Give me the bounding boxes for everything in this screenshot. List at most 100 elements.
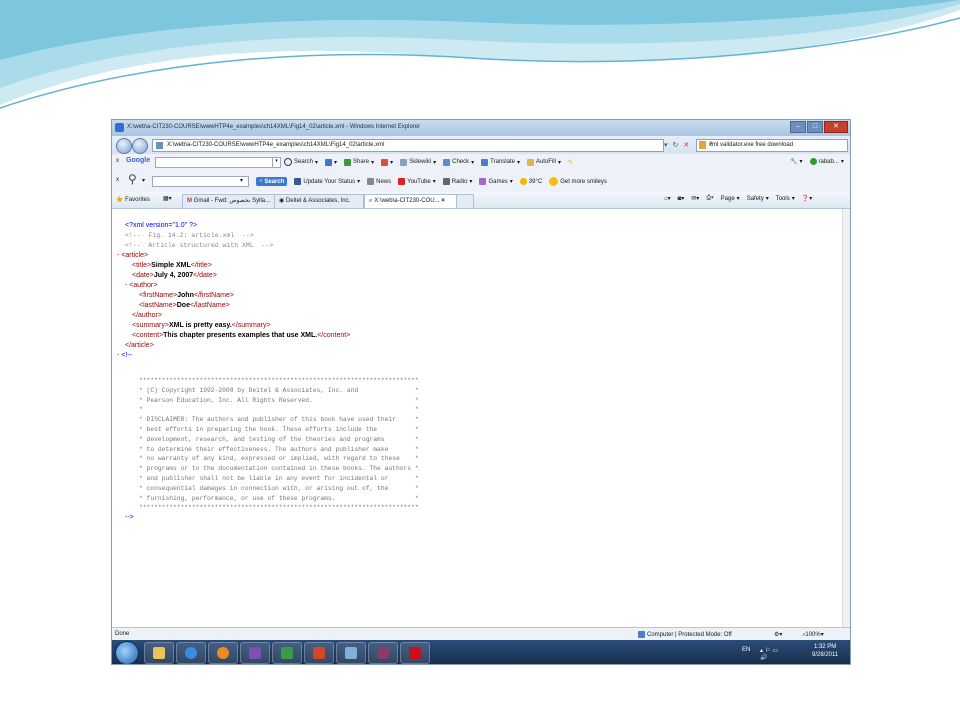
refresh-icon[interactable]: ↻ <box>673 141 679 149</box>
system-clock[interactable]: 1:32 PM 9/28/2011 <box>812 643 838 659</box>
games-icon <box>479 178 487 185</box>
taskbar-explorer[interactable] <box>144 642 174 664</box>
translate-button[interactable]: Translate ▾ <box>481 158 520 166</box>
magnifier-dropdown[interactable]: ▾ <box>142 177 145 184</box>
yahoo-toolbar: x ⚲ ▾ ▾ ⌕ Search Update Your Status ▾ News… <box>112 170 850 193</box>
sidewiki-button[interactable]: Sidewiki ▾ <box>400 158 436 166</box>
page-menu[interactable]: Page ▾ <box>721 195 740 203</box>
status-text: Done <box>115 631 130 637</box>
google-toolbar: x Google ▾ Search ▾ ▾ Share ▾ ▾ Sidewiki ▾ … <box>112 154 850 171</box>
taskbar-powerpoint[interactable] <box>304 642 334 664</box>
toolbar-close-button[interactable]: x <box>116 158 119 164</box>
status-bar: Done Computer | Protected Mode: Off ⚙▾ ⌕… <box>112 627 850 641</box>
search-provider-icon <box>699 141 706 149</box>
search-icon: ⌕ <box>259 178 263 184</box>
games-button[interactable]: Games ▾ <box>479 178 513 185</box>
taskbar-app[interactable] <box>240 642 270 664</box>
maximize-button[interactable]: □ <box>807 121 823 133</box>
zoom-control[interactable]: ⌕100%▾ <box>802 631 824 639</box>
taskbar-acrobat[interactable] <box>400 642 430 664</box>
stop-icon[interactable]: ✕ <box>683 141 689 149</box>
date-node: <date>July 4, 2007</date> <box>132 272 217 279</box>
tray-icons[interactable]: ▴⚐▭🔊 <box>760 647 780 661</box>
highlight-icon[interactable]: ✎ <box>568 159 573 166</box>
collapse-toggle[interactable]: - <box>125 282 127 289</box>
settings-button[interactable]: 🔧 ▾ <box>790 158 803 165</box>
google-search-input[interactable] <box>155 157 274 168</box>
zone-settings-icon[interactable]: ⚙▾ <box>774 631 782 638</box>
youtube-icon <box>398 178 406 185</box>
news-button[interactable]: News <box>367 178 391 185</box>
smileys-button[interactable]: Get more smileys <box>549 177 607 186</box>
sun-icon <box>519 178 527 185</box>
language-indicator[interactable]: EN <box>742 647 750 653</box>
taskbar-projects[interactable] <box>272 642 302 664</box>
autofill-button[interactable]: AutoFill ▾ <box>526 158 561 166</box>
plus-icon <box>325 158 333 166</box>
app-icon <box>249 647 261 659</box>
google-search-dropdown[interactable]: ▾ <box>272 157 281 168</box>
search-icon[interactable]: ⌕ <box>709 140 845 148</box>
xml-declaration: <?xml version="1.0" ?> <box>125 222 198 229</box>
tab-article-xml[interactable]: ℯ X:\web\a-CIT230-COU... × <box>364 194 460 208</box>
tab-deitel[interactable]: ◉ Deitel & Associates, Inc. <box>274 194 364 208</box>
print-icon[interactable]: ⎙▾ <box>706 195 713 202</box>
feeds-icon[interactable]: ◙▾ <box>678 195 685 202</box>
taskbar-notepad[interactable] <box>336 642 366 664</box>
dropdown-icon[interactable]: ▾ <box>664 141 668 149</box>
start-button[interactable] <box>115 641 139 664</box>
tools-menu[interactable]: Tools ▾ <box>776 195 795 203</box>
youtube-button[interactable]: YouTube ▾ <box>398 178 436 185</box>
back-button[interactable] <box>116 138 132 154</box>
safety-menu[interactable]: Safety ▾ <box>747 195 769 203</box>
ie-icon <box>185 647 197 659</box>
toolbar-close-button[interactable]: x <box>116 177 119 183</box>
decorative-wave-header <box>0 0 960 109</box>
address-input[interactable]: X:\web\a-CIT230-COURSE\wwwHTP4e_examples… <box>152 139 664 152</box>
share-button[interactable]: Share ▾ <box>344 158 374 166</box>
update-status-button[interactable]: Update Your Status ▾ <box>294 178 360 185</box>
taskbar-media[interactable] <box>208 642 238 664</box>
forward-button[interactable] <box>132 138 148 154</box>
minimize-button[interactable]: – <box>790 121 806 133</box>
notepad-icon <box>345 647 357 659</box>
help-icon[interactable]: ❓▾ <box>802 195 812 202</box>
facebook-icon <box>294 178 302 185</box>
tab-gmail[interactable]: M Gmail - Fwd: بخصوص Sylla... <box>182 194 278 208</box>
sidewiki-icon <box>400 158 408 166</box>
yahoo-search-input[interactable] <box>152 176 249 187</box>
taskbar-ie[interactable] <box>176 642 206 664</box>
check-button[interactable]: Check ▾ <box>443 158 474 166</box>
yahoo-search-dropdown[interactable]: ▾ <box>240 177 243 184</box>
account-button[interactable]: rabab... ▾ <box>809 158 844 165</box>
ie-tab-icon: ℯ <box>369 198 373 204</box>
new-tab-button[interactable] <box>456 194 474 208</box>
favorites-button[interactable]: ★ Favorites <box>116 195 150 204</box>
close-button[interactable]: ✕ <box>824 121 848 133</box>
window-title: X:\web\a-CIT230-COURSE\wwwHTP4e_examples… <box>127 124 421 130</box>
radio-button[interactable]: Radio ▾ <box>442 178 472 185</box>
collapse-toggle[interactable]: - <box>117 252 119 259</box>
vertical-scrollbar[interactable] <box>842 209 850 627</box>
weather-button[interactable]: 39°C <box>519 178 542 185</box>
yahoo-search-button[interactable]: ⌕ Search <box>256 177 288 186</box>
article-close: </article> <box>125 342 154 349</box>
check-icon <box>443 158 451 166</box>
quick-tabs-icon[interactable]: ▦▾ <box>163 195 172 202</box>
security-zone[interactable]: Computer | Protected Mode: Off <box>638 631 732 638</box>
tab-close-icon[interactable]: × <box>441 198 445 204</box>
computer-icon <box>638 631 645 638</box>
collapse-toggle[interactable]: - <box>117 352 119 359</box>
more-button[interactable]: ▾ <box>325 158 337 166</box>
home-icon[interactable]: ⌂▾ <box>664 195 671 202</box>
bookmark-button[interactable]: ▾ <box>381 158 393 166</box>
mail-icon[interactable]: ✉▾ <box>691 195 699 202</box>
author-node: - <author> <box>125 282 158 289</box>
taskbar-winrar[interactable] <box>368 642 398 664</box>
search-input[interactable]: xml validator.exe free download ⌕ <box>696 139 848 152</box>
winrar-icon <box>377 647 389 659</box>
translate-icon <box>481 158 489 166</box>
bookmark-icon <box>381 158 389 166</box>
google-search-button[interactable]: Search ▾ <box>284 158 318 166</box>
radio-icon <box>442 178 450 185</box>
